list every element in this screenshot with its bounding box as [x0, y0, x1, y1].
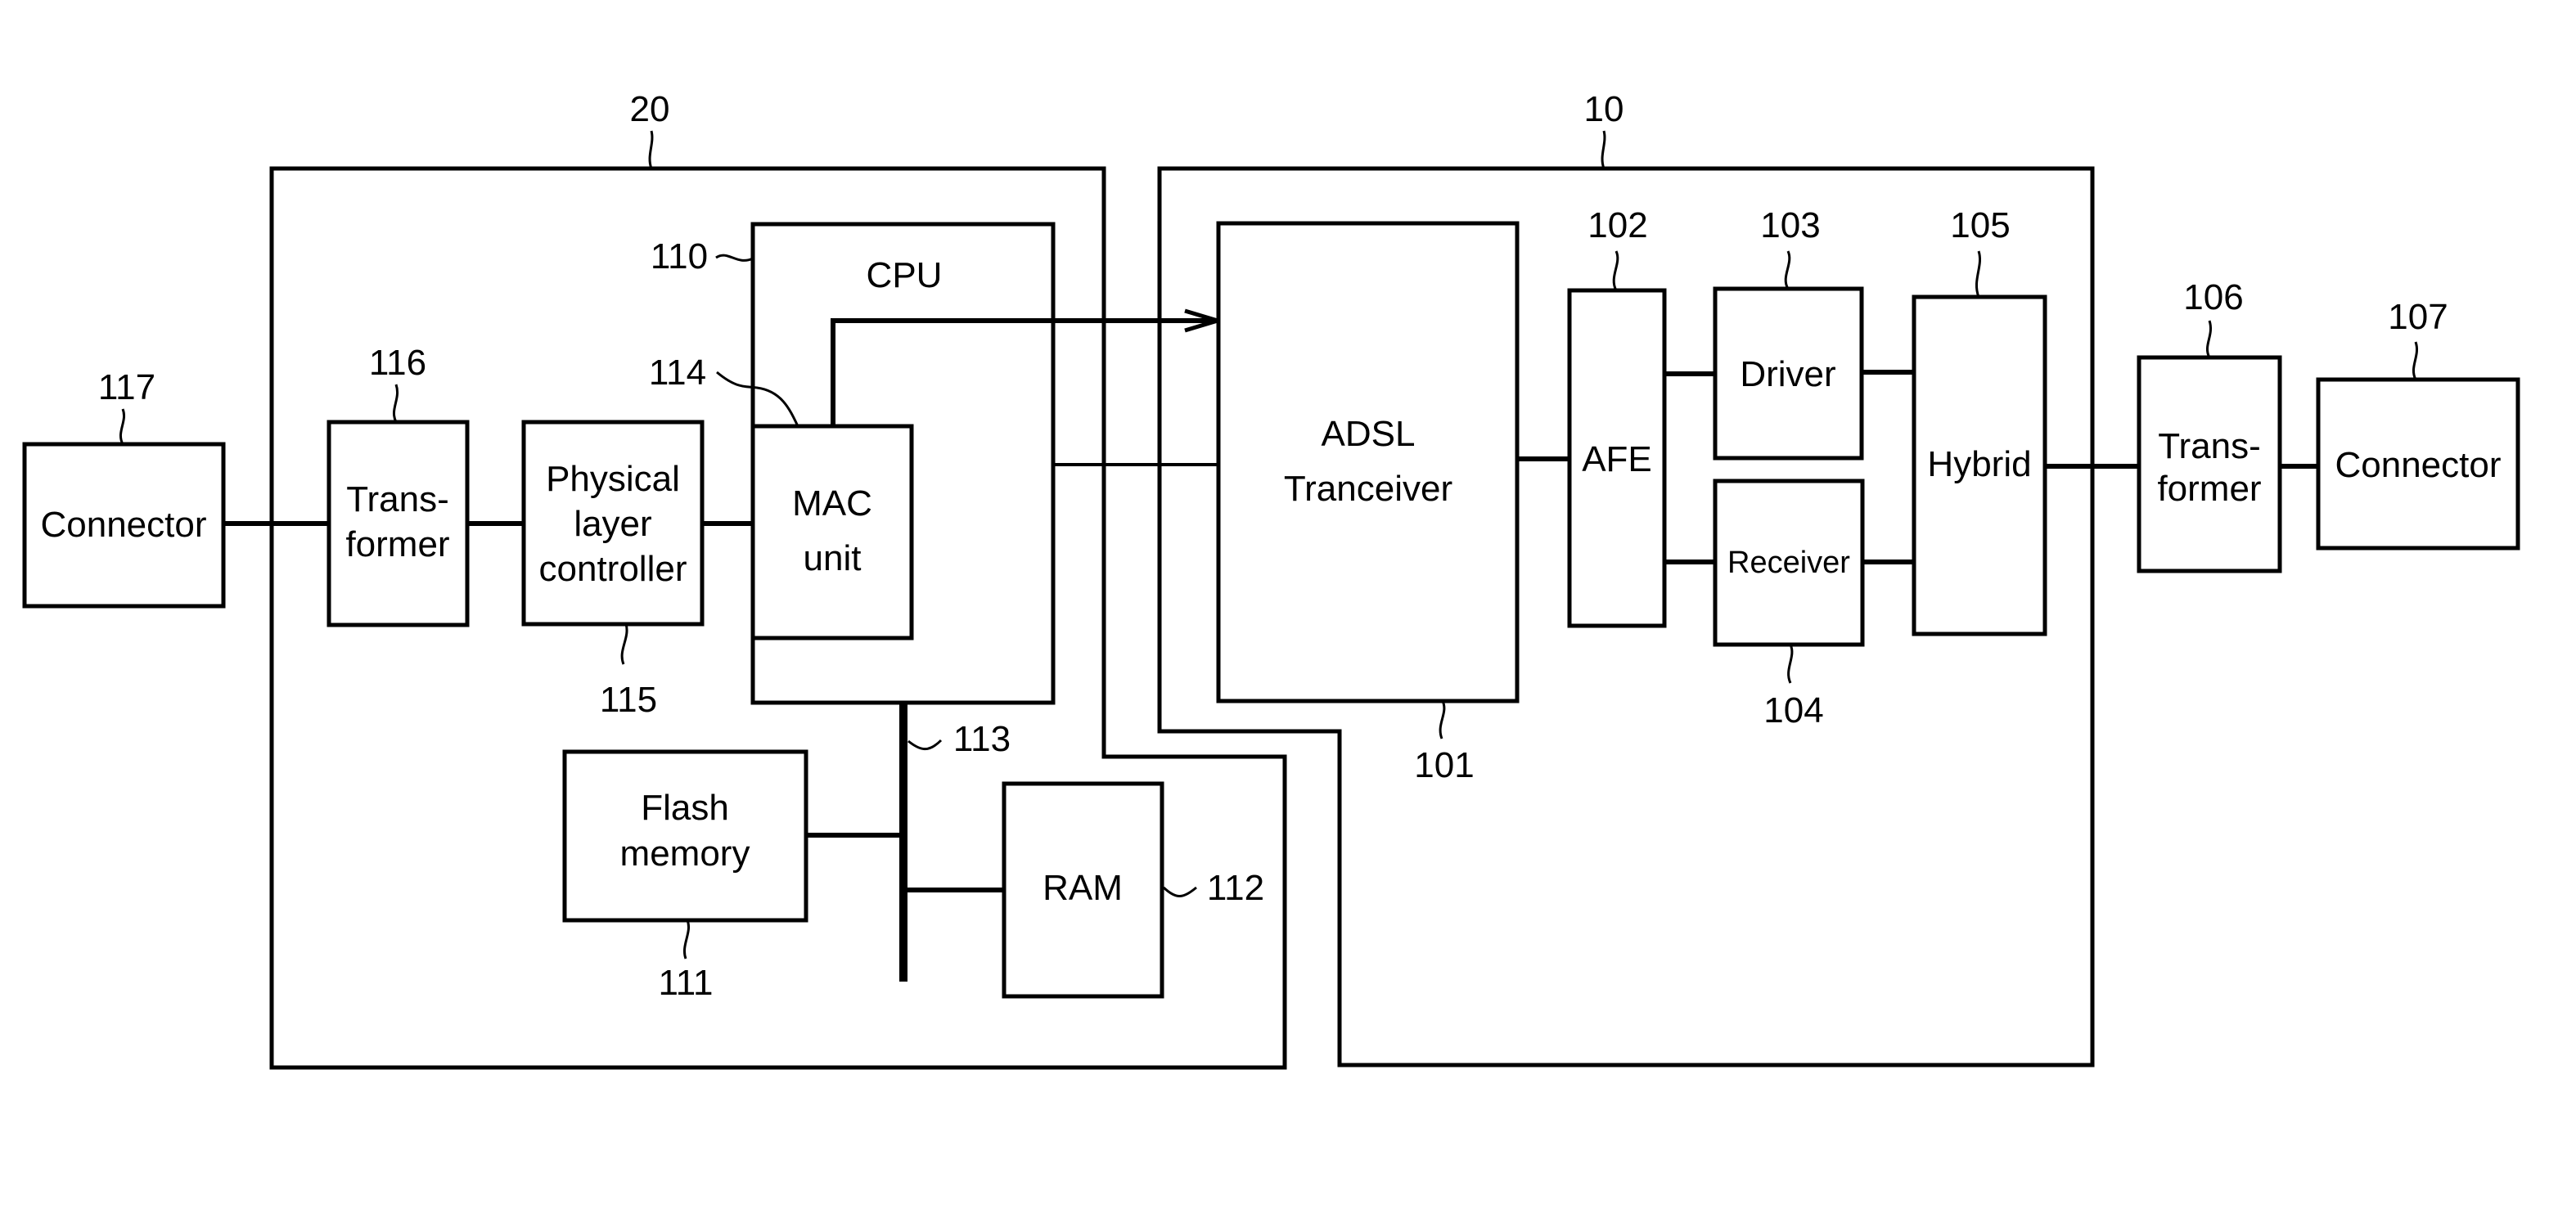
ref-20: 20	[630, 89, 670, 129]
ref-107: 107	[2388, 297, 2448, 337]
leader-20	[648, 130, 654, 169]
leader-114	[716, 371, 799, 427]
phy-115-label-1: Physical	[546, 459, 680, 499]
transformer-116-label-2: former	[345, 524, 449, 564]
leader-106	[2205, 320, 2212, 358]
driver-103-label: Driver	[1740, 354, 1835, 394]
leader-102	[1612, 250, 1619, 291]
leader-103	[1784, 250, 1791, 290]
connector-117-label: Connector	[40, 505, 206, 545]
connector-107-label: Connector	[2335, 445, 2501, 485]
leader-117	[119, 408, 125, 445]
ref-113: 113	[953, 719, 1011, 759]
leader-105	[1975, 250, 1981, 298]
ref-104: 104	[1763, 690, 1823, 730]
leader-113	[907, 739, 943, 751]
transformer-116-label-1: Trans-	[346, 479, 449, 519]
ref-101: 101	[1414, 745, 1474, 785]
ref-116: 116	[369, 343, 426, 383]
adsl-101-label-2: Tranceiver	[1284, 469, 1452, 509]
flash-111-label-1: Flash	[641, 788, 729, 828]
leader-10	[1601, 130, 1606, 169]
ref-102: 102	[1587, 205, 1647, 245]
adsl-101-label-1: ADSL	[1322, 414, 1416, 454]
leader-104	[1787, 644, 1794, 684]
ref-10: 10	[1584, 89, 1624, 129]
afe-102-label: AFE	[1582, 439, 1652, 479]
ref-106: 106	[2183, 277, 2243, 317]
leader-111	[683, 919, 690, 960]
mac-114-label-1: MAC	[792, 483, 872, 524]
receiver-104-label: Receiver	[1727, 546, 1850, 580]
ref-105: 105	[1950, 205, 2010, 245]
transformer-106-label-1: Trans-	[2158, 426, 2261, 466]
ref-111: 111	[659, 963, 714, 1003]
mac-unit-114-box	[750, 424, 914, 640]
mac-114-label-2: unit	[804, 538, 862, 578]
ref-110: 110	[651, 236, 708, 276]
leader-101	[1439, 700, 1446, 739]
ref-117: 117	[98, 367, 155, 407]
leader-107	[2412, 341, 2418, 380]
transformer-116-box	[327, 420, 470, 627]
leader-112	[1162, 886, 1197, 897]
ref-114: 114	[649, 353, 706, 393]
transformer-106-label-2: former	[2157, 469, 2261, 509]
ref-112: 112	[1207, 868, 1264, 908]
phy-115-label-3: controller	[539, 549, 687, 589]
phy-115-label-2: layer	[574, 504, 651, 544]
leader-116	[392, 384, 399, 423]
leader-115	[620, 623, 628, 665]
leader-110	[715, 254, 754, 262]
flash-111-label-2: memory	[620, 834, 750, 874]
hybrid-105-label: Hybrid	[1927, 444, 2031, 484]
ram-112-label: RAM	[1043, 868, 1123, 908]
block-diagram: Connector Trans- former Physical layer c…	[22, 89, 2520, 1070]
cpu-110-label: CPU	[867, 255, 943, 295]
adsl-tranceiver-101-box	[1216, 221, 1520, 703]
ref-115: 115	[600, 680, 657, 720]
ref-103: 103	[1760, 205, 1820, 245]
